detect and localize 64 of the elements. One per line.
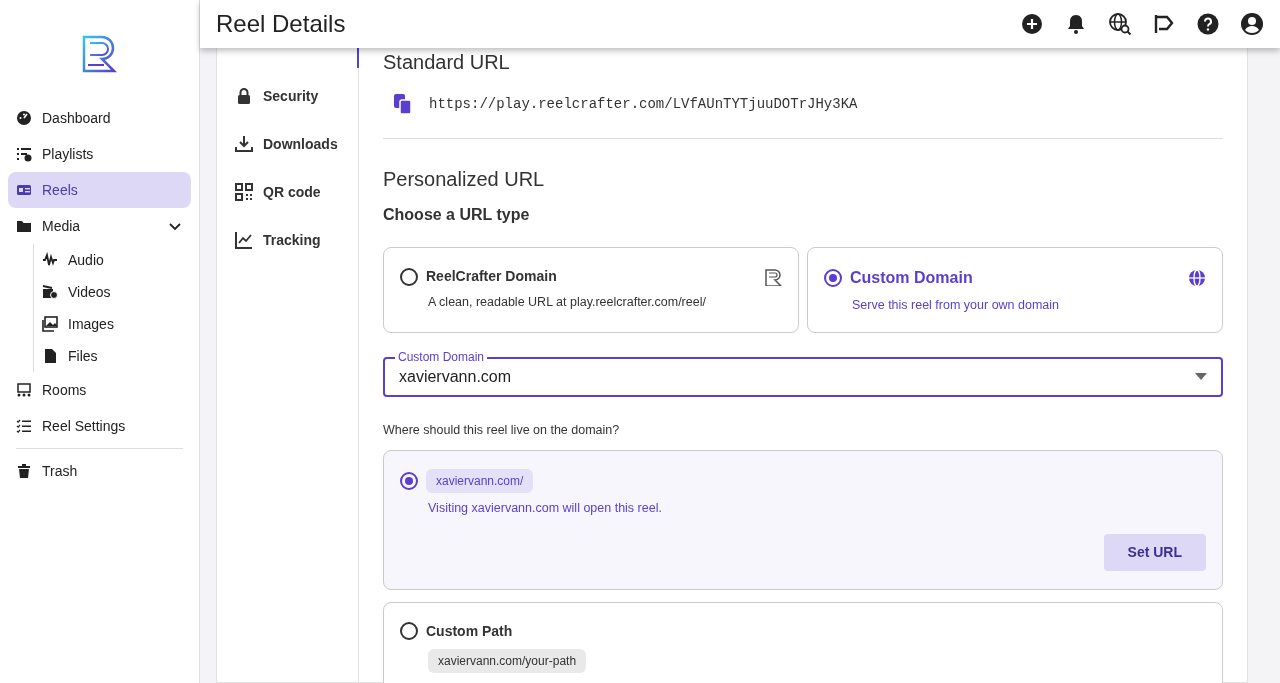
sidebar-item[interactable]: Audio [34,244,191,276]
dropdown-caret-icon [1195,373,1207,381]
question-text: Where should this reel live on the domain? [383,422,621,439]
playlist-icon [16,146,32,162]
globe-icon [1188,269,1206,287]
sidebar-item[interactable]: Videos [34,276,191,308]
location-option[interactable]: Custom Path xaviervann.com/your-path [383,601,1223,683]
url-chip: xaviervann.com/ [426,468,534,493]
sidebar-item[interactable]: Media [8,208,191,244]
globe-search-icon[interactable] [1108,12,1132,36]
settings-tab[interactable]: Security [217,72,358,120]
url-type-option[interactable]: Custom Domain Serve this reel from your own domain [807,247,1223,333]
copy-icon[interactable] [393,93,413,115]
field-label: Custom Domain [395,350,488,364]
section-heading: Standard URL [383,50,511,74]
option-description: A clean, readable URL at play.reelcrafter.com/reel/ [428,294,707,311]
url-type-option[interactable]: ReelCrafter Domain A clean, readable URL at play.reelcrafter.com/reel/ [383,247,799,333]
option-title: Custom Domain [850,268,974,288]
settings-tab[interactable]: QR code [217,168,358,216]
file-icon [42,348,58,364]
select-value: xaviervann.com [399,367,513,387]
trash-icon [16,463,32,479]
help-icon[interactable] [1196,12,1220,36]
checklist-icon [16,418,32,434]
images-icon [42,316,58,332]
folder-icon [16,218,32,234]
account-icon[interactable] [1240,12,1264,36]
radio-button[interactable] [400,622,418,640]
subheading: Choose a URL type [383,205,531,225]
waveform-icon [42,252,58,268]
url-text: https://play.reelcrafter.com/LVfAUnTYTjuuDOTrJHy3KA [429,94,858,114]
dashboard-icon [16,110,32,126]
sidebar-item[interactable]: Rooms [8,372,191,408]
option-title: ReelCrafter Domain [426,267,558,286]
id-card-icon [16,182,32,198]
line-chart-icon [235,231,253,249]
add-icon[interactable] [1020,12,1044,36]
radio-button[interactable] [824,269,842,287]
sidebar-item[interactable]: Images [34,308,191,340]
settings-tab[interactable]: Downloads [217,120,358,168]
rooms-icon [16,382,32,398]
logo-icon [764,267,782,286]
sidebar-item[interactable]: Files [34,340,191,372]
download-icon [235,135,253,153]
set-url-button[interactable]: Set URL [1103,533,1206,571]
option-description: Visiting xaviervann.com will open this reel. [428,499,663,517]
url-chip: xaviervann.com/your-path [428,648,587,673]
video-camera-icon [42,284,58,300]
option-description: Serve this reel from your own domain [852,297,1061,314]
page-title: Reel Details [216,9,347,39]
radio-button[interactable] [400,471,418,490]
settings-tab[interactable]: Tracking [217,216,358,264]
sidebar-item[interactable]: Dashboard [8,100,191,136]
sidebar-item[interactable]: Reel Settings [8,408,191,444]
sidebar-item[interactable]: Trash [8,453,191,489]
location-option[interactable]: xaviervann.com/ Visiting xaviervann.com will open this reel. Set URL [383,449,1223,590]
radio-button[interactable] [400,267,418,286]
section-heading: Personalized URL [383,167,546,191]
option-title: Custom Path [426,621,513,641]
lock-icon [235,87,253,105]
logo-icon [81,35,118,73]
sidebar-item[interactable]: Reels [8,172,191,208]
qr-code-icon [235,183,253,201]
sidebar-item[interactable]: Playlists [8,136,191,172]
